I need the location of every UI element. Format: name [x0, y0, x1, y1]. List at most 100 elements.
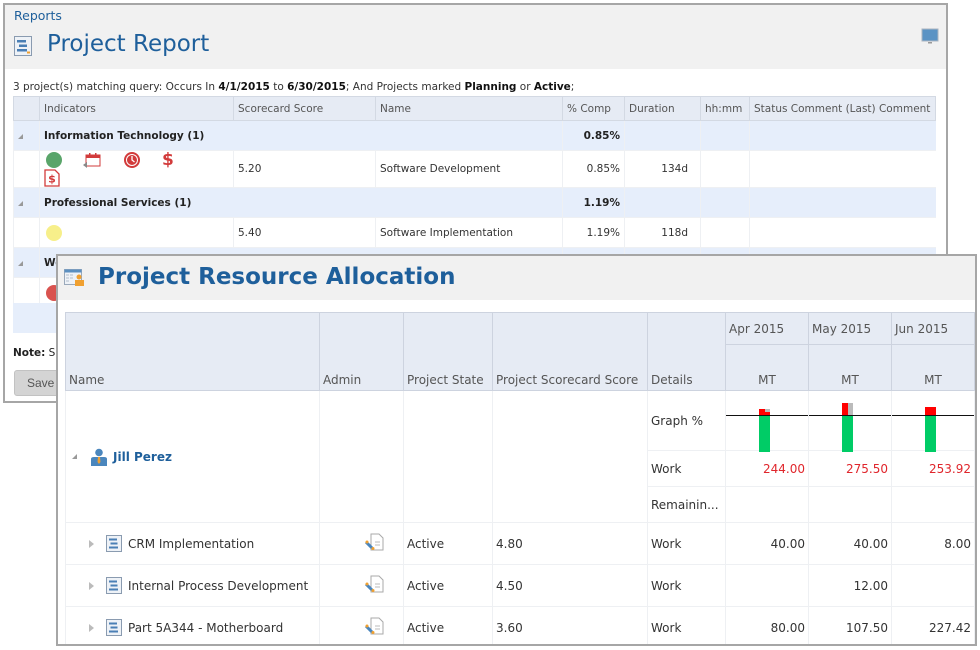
duration: 134d — [624, 150, 701, 188]
group-row: Information Technology (1) 0.85% — [13, 120, 936, 151]
report-gantt-icon — [14, 36, 32, 56]
page-title: Project Report — [47, 31, 210, 57]
work-value: 253.92 — [891, 450, 975, 487]
project-link[interactable]: Part 5A344 - Motherboard — [128, 621, 283, 635]
col-hhmm[interactable]: hh:mm — [700, 96, 750, 121]
detail-label: Work — [647, 564, 726, 607]
col-scorecard-score[interactable]: Scorecard Score — [233, 96, 376, 121]
col-indicators[interactable]: Indicators — [39, 96, 234, 121]
edit-admin-icon[interactable] — [364, 617, 385, 635]
project-gantt-icon — [106, 619, 122, 636]
expand-toggle-icon[interactable] — [89, 623, 94, 632]
graph-cell-apr — [725, 390, 809, 452]
user-icon — [91, 448, 107, 466]
detail-label: Graph % — [647, 390, 726, 451]
project-score: 3.60 — [492, 606, 648, 644]
subcol-mt: MT — [725, 344, 809, 391]
work-value: 80.00 — [725, 606, 809, 644]
resource-name-cell: Jill Perez — [65, 390, 320, 523]
project-gantt-icon — [106, 577, 122, 594]
work-value: 8.00 — [891, 522, 975, 565]
allocation-title: Project Resource Allocation — [98, 264, 456, 290]
project-row: Part 5A344 - Motherboard Active 3.60 Wor… — [65, 606, 975, 644]
col-name[interactable]: Name — [375, 96, 563, 121]
clock-alert-icon — [123, 152, 140, 168]
query-summary: 3 project(s) matching query: Occurs In 4… — [13, 81, 575, 93]
expand-col — [13, 96, 40, 121]
col-details[interactable]: Details — [647, 312, 726, 391]
resource-allocation-window: Project Resource Allocation Name Admin P… — [56, 254, 977, 646]
col-admin[interactable]: Admin — [319, 312, 404, 391]
project-state: Active — [403, 564, 493, 607]
scorecard-score: 5.20 — [233, 150, 376, 188]
project-state: Active — [403, 606, 493, 644]
table-row: 5.40 Software Implementation 1.19% 118d — [13, 217, 936, 248]
group-row: Professional Services (1) 1.19% — [13, 187, 936, 218]
green-status-icon — [46, 152, 62, 168]
collapse-toggle-icon[interactable] — [18, 200, 23, 206]
breadcrumb-reports[interactable]: Reports — [14, 8, 62, 23]
allocation-bar-over — [925, 407, 936, 415]
detail-label: Work — [647, 606, 726, 644]
project-row: Internal Process Development Active 4.50… — [65, 564, 975, 607]
subcol-mt: MT — [891, 344, 975, 391]
pct-comp: 1.19% — [562, 217, 625, 248]
group-pct: 0.85% — [562, 120, 625, 151]
calendar-late-icon — [83, 153, 101, 168]
detail-label: Remainin... — [647, 486, 726, 523]
work-value: 227.42 — [891, 606, 975, 644]
expand-toggle-icon[interactable] — [89, 539, 94, 548]
edit-admin-icon[interactable] — [364, 533, 385, 551]
duration: 118d — [624, 217, 701, 248]
monitor-icon[interactable] — [921, 28, 939, 46]
indicators-cell: $ $ — [39, 150, 234, 188]
table-row: $ $ 5.20 Software Development 0.85% 134d — [13, 150, 936, 188]
project-link[interactable]: Software Implementation — [375, 217, 563, 248]
project-link[interactable]: Internal Process Development — [128, 579, 308, 593]
collapse-toggle-icon[interactable] — [18, 260, 23, 266]
work-value: 12.00 — [808, 564, 892, 607]
graph-cell-jun — [891, 390, 975, 452]
project-row: CRM Implementation Active 4.80 Work 40.0… — [65, 522, 975, 565]
group-label: Information Technology (1) — [39, 120, 563, 151]
detail-label: Work — [647, 522, 726, 565]
col-project-scorecard-score[interactable]: Project Scorecard Score — [492, 312, 648, 391]
col-month-jun[interactable]: Jun 2015 — [891, 312, 975, 345]
col-duration[interactable]: Duration — [624, 96, 701, 121]
edit-admin-icon[interactable] — [364, 575, 385, 593]
allocation-header-row: Name Admin Project State Project Scoreca… — [65, 312, 975, 391]
indicators-cell — [39, 217, 234, 248]
col-name[interactable]: Name — [65, 312, 320, 391]
collapse-toggle-icon[interactable] — [72, 454, 77, 459]
col-project-state[interactable]: Project State — [403, 312, 493, 391]
work-value: 275.50 — [808, 450, 892, 487]
allocation-header: Project Resource Allocation — [58, 256, 975, 300]
project-link[interactable]: CRM Implementation — [128, 537, 254, 551]
col-pct-comp[interactable]: % Comp — [562, 96, 625, 121]
resource-calendar-icon — [64, 269, 84, 286]
work-value: 40.00 — [725, 522, 809, 565]
allocation-bar-under — [759, 416, 770, 452]
collapse-toggle-icon[interactable] — [18, 133, 23, 139]
pct-comp: 0.85% — [562, 150, 625, 188]
dollar-alert-icon: $ — [162, 150, 174, 170]
allocation-bar-actual — [848, 402, 853, 415]
col-month-apr[interactable]: Apr 2015 — [725, 312, 809, 345]
allocation-table: Name Admin Project State Project Scoreca… — [65, 312, 975, 644]
project-score: 4.80 — [492, 522, 648, 565]
work-value: 244.00 — [725, 450, 809, 487]
subcol-mt: MT — [808, 344, 892, 391]
work-value — [891, 564, 975, 607]
work-value: 40.00 — [808, 522, 892, 565]
svg-text:$: $ — [48, 173, 56, 186]
invoice-alert-icon: $ — [44, 169, 60, 187]
yellow-status-icon — [46, 224, 62, 241]
resource-name-link[interactable]: Jill Perez — [113, 450, 172, 464]
expand-toggle-icon[interactable] — [89, 581, 94, 590]
col-month-may[interactable]: May 2015 — [808, 312, 892, 345]
project-link[interactable]: Software Development — [375, 150, 563, 188]
col-status-comment[interactable]: Status Comment (Last) Comment — [749, 96, 936, 121]
resource-row: Jill Perez Graph % — [65, 390, 975, 523]
allocation-bar-actual — [765, 409, 770, 413]
group-pct: 1.19% — [562, 187, 625, 218]
